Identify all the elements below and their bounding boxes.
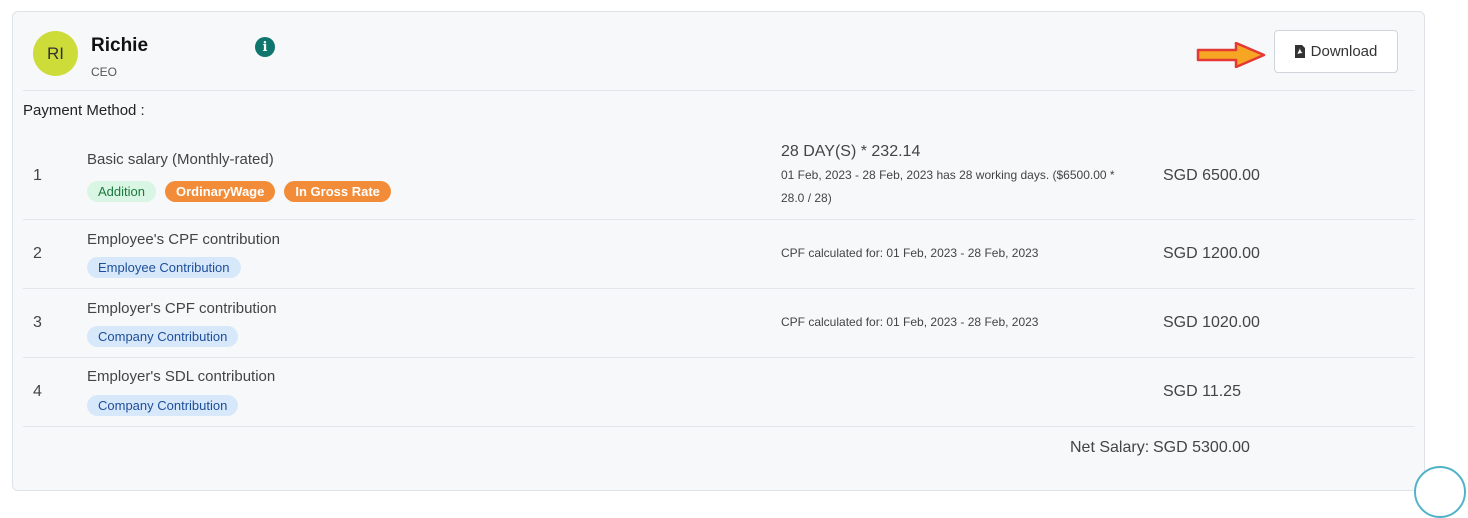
download-label: Download: [1310, 43, 1378, 60]
item-amount: SGD 11.25: [1163, 383, 1241, 400]
help-widget-button[interactable]: [1414, 466, 1466, 518]
table-row: 2 Employee's CPF contribution Employee C…: [23, 220, 1415, 288]
net-salary-label: Net Salary:: [1070, 439, 1150, 456]
download-button[interactable]: Download: [1274, 30, 1398, 73]
item-name: Employer's CPF contribution: [87, 300, 277, 317]
payment-method-label: Payment Method :: [23, 102, 145, 119]
avatar: RI: [33, 31, 78, 76]
tag-group: Company Contribution: [87, 395, 239, 416]
item-amount: SGD 1020.00: [1163, 314, 1260, 331]
pdf-file-icon: [1294, 45, 1305, 58]
item-name: Employer's SDL contribution: [87, 368, 276, 385]
tag-group: Company Contribution: [87, 326, 239, 347]
info-icon[interactable]: i: [255, 37, 275, 57]
tag-company-contribution: Company Contribution: [87, 395, 239, 416]
item-name: Employee's CPF contribution: [87, 231, 280, 248]
calculation-detail: CPF calculated for: 01 Feb, 2023 - 28 Fe…: [781, 315, 1039, 329]
row-number: 2: [33, 245, 42, 262]
item-amount: SGD 1200.00: [1163, 245, 1260, 262]
calculation-detail: CPF calculated for: 01 Feb, 2023 - 28 Fe…: [781, 246, 1039, 260]
tag-in-gross-rate: In Gross Rate: [284, 181, 391, 202]
employee-header: RI Richie CEO i Download: [13, 12, 1424, 90]
tag-group: Employee Contribution: [87, 257, 241, 278]
row-number: 4: [33, 383, 42, 400]
net-salary-amount: SGD 5300.00: [1153, 439, 1250, 456]
item-amount: SGD 6500.00: [1163, 167, 1260, 184]
tag-addition: Addition: [87, 181, 156, 202]
employee-name: Richie: [91, 35, 149, 56]
calculation-summary: 28 DAY(S) * 232.14: [781, 143, 921, 160]
payslip-card: RI Richie CEO i Download Payment Method …: [12, 11, 1425, 491]
row-number: 3: [33, 314, 42, 331]
avatar-initials: RI: [47, 43, 64, 63]
tag-ordinary-wage: OrdinaryWage: [164, 181, 276, 202]
divider: [23, 426, 1415, 427]
table-row: 1 Basic salary (Monthly-rated) Addition …: [23, 137, 1415, 219]
tag-company-contribution: Company Contribution: [87, 326, 239, 347]
calculation-detail: 01 Feb, 2023 - 28 Feb, 2023 has 28 worki…: [781, 168, 1115, 205]
row-number: 1: [33, 167, 42, 184]
table-row: 4 Employer's SDL contribution Company Co…: [23, 358, 1415, 426]
employee-role: CEO: [91, 65, 118, 79]
item-name: Basic salary (Monthly-rated): [87, 151, 274, 168]
divider: [23, 90, 1415, 91]
table-row: 3 Employer's CPF contribution Company Co…: [23, 289, 1415, 357]
right-arrow-icon: [1196, 42, 1266, 68]
tag-employee-contribution: Employee Contribution: [87, 257, 241, 278]
tag-group: Addition OrdinaryWage In Gross Rate: [87, 181, 391, 202]
